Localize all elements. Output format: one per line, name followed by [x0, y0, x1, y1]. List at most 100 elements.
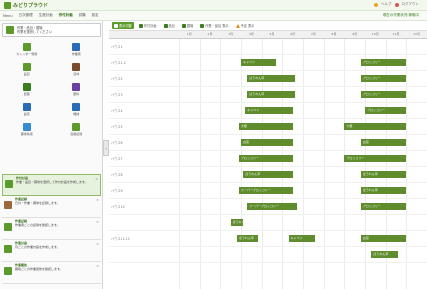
toolbar-button[interactable]: 作業・品目 表示	[198, 22, 230, 29]
close-icon[interactable]: ×	[96, 220, 99, 224]
leaf-icon	[72, 122, 81, 131]
menu-item-production[interactable]: 生産計画	[36, 13, 56, 18]
schedule-row: ほうれん草	[109, 247, 427, 263]
list-item[interactable]: 作業計画 月ごとの作業計画を作成します。 ×	[2, 240, 101, 262]
month-label: 4月	[248, 32, 254, 36]
close-icon[interactable]: ×	[96, 242, 99, 246]
list-item-description: 日付・作業・圃場を記録します。	[15, 200, 60, 205]
main-toolbar: 表示切替 作付計画 品目 圃場 作業・品目 表示 予定 表示	[109, 21, 427, 31]
crop-bar[interactable]: キャベツ	[241, 59, 277, 66]
palette-tool[interactable]: 農薬	[2, 81, 52, 97]
list-item-description: 作業・品目・圃場を選択して作付計画を作成します。	[16, 179, 88, 184]
close-icon[interactable]: ×	[96, 264, 99, 268]
crop-bar[interactable]: ほうれん草	[247, 75, 295, 82]
menu-item-settings[interactable]: 設定	[89, 13, 102, 18]
schedule-row: ハウス4 キャベツ ブロッコリー	[109, 103, 427, 119]
crop-bar[interactable]: ほうれん草	[360, 187, 407, 194]
crop-bar[interactable]: ブロッコリー	[365, 107, 407, 114]
list-item-description: 圃場ごとの作業報告を確認します。	[15, 266, 63, 271]
palette-tool-label: カレンダー登録	[16, 51, 38, 56]
toolbar-button[interactable]: 作付計画	[137, 22, 159, 29]
task-icon	[4, 245, 12, 253]
menu-bar: Menu 日次管理 生産計画 作付計画 試験 設定 現在の作業状況:稼働中	[0, 11, 427, 21]
month-label: 5月	[269, 32, 275, 36]
crop-bar[interactable]: ブロッコリー	[344, 155, 407, 162]
list-item-description: 月ごとの作業計画を作成します。	[15, 244, 60, 249]
palette-tool[interactable]: 作業者	[52, 41, 102, 57]
crop-bar[interactable]: ほうれん草	[243, 171, 293, 178]
toolbar-button[interactable]: 表示切替	[112, 22, 134, 29]
crop-bar[interactable]: ほうれん草	[371, 251, 399, 258]
logout-icon[interactable]	[394, 2, 399, 7]
category-selector[interactable]: 作業・品目・圃場 作業を選択してください	[2, 23, 101, 37]
calendar-icon	[22, 42, 31, 51]
crop-bar[interactable]: 白菜	[360, 139, 407, 146]
task-icon	[4, 223, 12, 231]
schedule-row: ハウス7 ブロッコリー ブロッコリー	[109, 151, 427, 167]
list-item[interactable]: 作業記録 日付・作業・圃場を記録します。 ×	[2, 196, 101, 218]
category-hint: 作業を選択してください	[17, 30, 52, 34]
help-icon[interactable]	[374, 2, 378, 7]
status-text: 現在の作業状況:稼働中	[382, 13, 419, 17]
crop-bar[interactable]: ブロッコリー	[360, 203, 407, 210]
crop-bar[interactable]: 白菜	[241, 139, 293, 146]
sprout-icon	[22, 62, 31, 71]
menu-item-trial[interactable]: 試験	[76, 13, 89, 18]
crop-bar[interactable]: スーパーブロッコリー	[238, 187, 293, 194]
close-icon[interactable]: ×	[96, 198, 99, 202]
toolbar-button[interactable]: 予定 表示	[234, 22, 257, 29]
field-name: ハウス5	[111, 125, 123, 129]
palette-tool-label: 圃場情報	[20, 131, 33, 136]
app-title: みどりプラウド	[13, 3, 49, 9]
palette-tool[interactable]: 設定	[2, 101, 52, 117]
month-label: 8月	[331, 32, 337, 36]
close-icon[interactable]: ×	[95, 177, 98, 181]
crop-bar[interactable]: ブロッコリー	[238, 155, 293, 162]
schedule-row: ハウス1	[109, 39, 427, 55]
palette-tool[interactable]: 収穫記録	[52, 121, 102, 137]
crop-bar[interactable]: キャベツ	[245, 107, 293, 114]
crop-bar[interactable]: 大根	[238, 123, 293, 130]
toolbar-button[interactable]: 品目	[162, 22, 177, 29]
field-icon	[6, 26, 14, 34]
palette-tool[interactable]: 資材	[52, 61, 102, 77]
crop-bar[interactable]: キャベツ	[288, 235, 316, 242]
crop-bar[interactable]: スーパーブロッコリー	[247, 203, 297, 210]
crop-bar[interactable]: ほうれん草	[236, 235, 258, 242]
list-item[interactable]: 作付計画 作業・品目・圃場を選択して作付計画を作成します。 ×	[2, 174, 101, 196]
schedule-row: ハウス10 スーパーブロッコリー ブロッコリー	[109, 199, 427, 215]
palette-tool[interactable]: 機械	[52, 101, 102, 117]
crop-bar[interactable]: ほうれん	[230, 219, 244, 226]
palette-tool-label: 資材	[73, 71, 80, 76]
toolbar-button[interactable]: 圃場	[180, 22, 195, 29]
palette-tool-label: 肥料	[73, 91, 80, 96]
field-name: ハウス3	[111, 93, 123, 97]
field-name: ハウス11-12	[111, 237, 130, 241]
sprout-icon	[163, 23, 168, 28]
crop-bar[interactable]: 大根	[344, 123, 407, 130]
menu-item-planting[interactable]: 作付計画	[56, 13, 76, 18]
logout-link[interactable]: ログアウト	[402, 2, 420, 7]
help-link[interactable]: ヘルプ	[381, 2, 392, 7]
toolbar-button-label: 表示切替	[119, 24, 132, 28]
menu-item-main[interactable]: Menu	[0, 14, 16, 18]
crop-bar[interactable]: 白菜	[360, 235, 407, 242]
bottle-icon	[22, 82, 31, 91]
list-item[interactable]: 作業記録 作業者ごとの記録を確認します。 ×	[2, 218, 101, 240]
palette-tool[interactable]: 圃場情報	[2, 121, 52, 137]
machine-icon	[72, 102, 81, 111]
palette-tool-label: 農薬	[23, 91, 30, 96]
task-icon	[4, 267, 12, 275]
field-icon	[181, 23, 186, 28]
palette-tool[interactable]: カレンダー登録	[2, 41, 52, 57]
crop-bar[interactable]: ほうれん草	[360, 171, 407, 178]
palette-tool[interactable]: 品目	[2, 61, 52, 77]
crop-bar[interactable]: ブロッコリー	[360, 91, 407, 98]
list-item[interactable]: 作業報告 圃場ごとの作業報告を確認します。 ×	[2, 262, 101, 284]
palette-tool[interactable]: 肥料	[52, 81, 102, 97]
crop-bar[interactable]: ブロッコリー	[360, 59, 407, 66]
crop-bar[interactable]: ほうれん草	[247, 91, 295, 98]
crop-bar[interactable]: ブロッコリー	[360, 75, 407, 82]
fertilizer-icon	[72, 82, 81, 91]
menu-item-daily[interactable]: 日次管理	[16, 13, 36, 18]
